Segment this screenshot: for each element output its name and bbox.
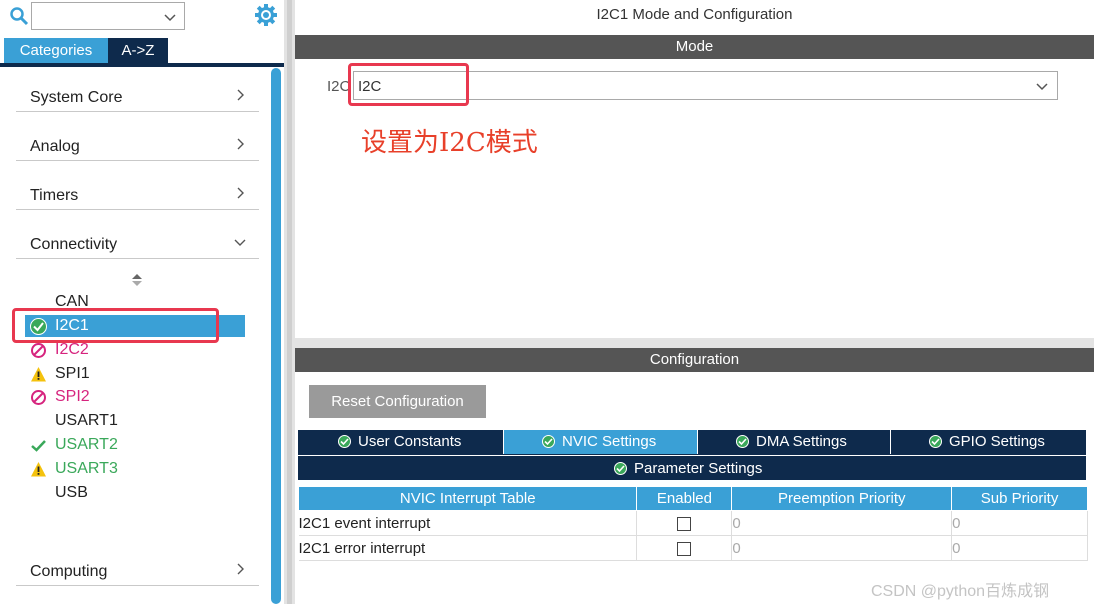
- sort-icon[interactable]: [131, 273, 143, 287]
- group-system-core[interactable]: System Core: [16, 80, 259, 112]
- check-circle-icon: [542, 435, 555, 448]
- chevron-right-icon: [237, 138, 244, 150]
- configuration-header: Configuration: [295, 348, 1094, 372]
- table-header-row: NVIC Interrupt Table Enabled Preemption …: [297, 486, 1088, 511]
- group-computing[interactable]: Computing: [16, 554, 259, 586]
- tab-label: NVIC Settings: [562, 433, 657, 450]
- column-header[interactable]: Sub Priority: [951, 486, 1088, 511]
- table-row: I2C1 error interrupt 0 0: [298, 535, 1088, 561]
- group-analog[interactable]: Analog: [16, 129, 259, 161]
- section-separator: [295, 338, 1094, 348]
- tab-parameter-settings[interactable]: Parameter Settings: [298, 455, 1086, 480]
- enabled-cell: [636, 510, 733, 536]
- warning-icon: [31, 367, 46, 382]
- left-toolbar: [0, 0, 284, 36]
- annotation-text: 设置为I2C模式: [361, 128, 538, 158]
- nvic-interrupt-table: NVIC Interrupt Table Enabled Preemption …: [297, 486, 1088, 561]
- highlight-box-mode: [348, 63, 469, 106]
- chevron-down-icon: [1036, 83, 1048, 91]
- chevron-down-icon: [234, 239, 246, 246]
- peripheral-label: SPI1: [55, 365, 90, 382]
- enabled-checkbox[interactable]: [677, 516, 692, 531]
- peripheral-label: SPI2: [55, 388, 90, 405]
- group-timers[interactable]: Timers: [16, 178, 259, 210]
- search-dropdown[interactable]: [31, 2, 185, 30]
- peripheral-label: USB: [55, 484, 88, 501]
- warning-icon: [31, 462, 46, 477]
- highlight-box-i2c1: [12, 308, 219, 343]
- peripheral-label: USART2: [55, 436, 118, 453]
- sub-priority-cell[interactable]: 0: [951, 535, 1088, 561]
- gear-icon[interactable]: [254, 3, 278, 27]
- panel-splitter[interactable]: [284, 0, 295, 604]
- check-circle-icon: [614, 462, 627, 475]
- blocked-icon: [31, 390, 46, 405]
- interrupt-name: I2C1 event interrupt: [298, 510, 638, 536]
- group-label: Timers: [30, 187, 79, 204]
- left-panel: Categories A->Z System Core Analog Timer…: [0, 0, 284, 604]
- app-root: Categories A->Z System Core Analog Timer…: [0, 0, 1094, 604]
- tab-user-constants[interactable]: User Constants: [298, 430, 504, 454]
- group-connectivity[interactable]: Connectivity: [16, 227, 259, 259]
- chevron-right-icon: [237, 563, 244, 575]
- column-header[interactable]: NVIC Interrupt Table: [297, 486, 638, 511]
- column-header[interactable]: Enabled: [636, 486, 733, 511]
- tab-label: GPIO Settings: [949, 433, 1045, 450]
- chevron-down-icon: [164, 14, 176, 22]
- watermark: CSDN @python百炼成钢: [871, 583, 1050, 600]
- preemption-priority-cell[interactable]: 0: [731, 535, 953, 561]
- tab-dma-settings[interactable]: DMA Settings: [698, 430, 891, 454]
- interrupt-name: I2C1 error interrupt: [298, 535, 638, 561]
- config-tabs: User Constants NVIC Settings DMA Setting…: [298, 430, 1086, 480]
- tab-gpio-settings[interactable]: GPIO Settings: [891, 430, 1086, 454]
- tab-nvic-settings[interactable]: NVIC Settings: [504, 430, 698, 454]
- checkmark-icon: [31, 440, 46, 452]
- tab-label: DMA Settings: [756, 433, 847, 450]
- mode-field-label: I2C: [327, 78, 351, 95]
- preemption-priority-cell[interactable]: 0: [731, 510, 953, 536]
- sub-priority-cell[interactable]: 0: [951, 510, 1088, 536]
- table-row: I2C1 event interrupt 0 0: [298, 510, 1088, 536]
- left-scrollbar[interactable]: [271, 68, 281, 604]
- configuration-section: Reset Configuration User Constants NVIC …: [295, 372, 1094, 604]
- check-circle-icon: [929, 435, 942, 448]
- group-label: Analog: [30, 138, 80, 155]
- left-tabs: Categories A->Z: [4, 38, 168, 63]
- chevron-right-icon: [237, 89, 244, 101]
- right-panel: I2C1 Mode and Configuration Mode I2C I2C…: [295, 0, 1094, 604]
- group-label: Connectivity: [30, 236, 118, 253]
- splitter-line: [287, 0, 292, 604]
- search-icon[interactable]: [9, 6, 29, 26]
- tab-categories[interactable]: Categories: [4, 38, 108, 63]
- page-title: I2C1 Mode and Configuration: [596, 6, 793, 23]
- enabled-cell: [636, 535, 733, 561]
- chevron-right-icon: [237, 187, 244, 199]
- blocked-icon: [31, 343, 46, 358]
- check-circle-icon: [736, 435, 749, 448]
- peripheral-label: USART1: [55, 412, 118, 429]
- tab-label: User Constants: [358, 433, 462, 450]
- mode-header: Mode: [295, 35, 1094, 59]
- peripheral-label: USART3: [55, 460, 118, 477]
- check-circle-icon: [338, 435, 351, 448]
- group-label: System Core: [30, 89, 123, 106]
- tab-label: Parameter Settings: [634, 460, 763, 477]
- group-label: Computing: [30, 563, 108, 580]
- enabled-checkbox[interactable]: [677, 541, 692, 556]
- mode-section: I2C I2C 设置为I2C模式: [295, 60, 1094, 338]
- column-header[interactable]: Preemption Priority: [731, 486, 953, 511]
- tab-a-z[interactable]: A->Z: [108, 38, 168, 63]
- reset-configuration-button[interactable]: Reset Configuration: [309, 385, 486, 418]
